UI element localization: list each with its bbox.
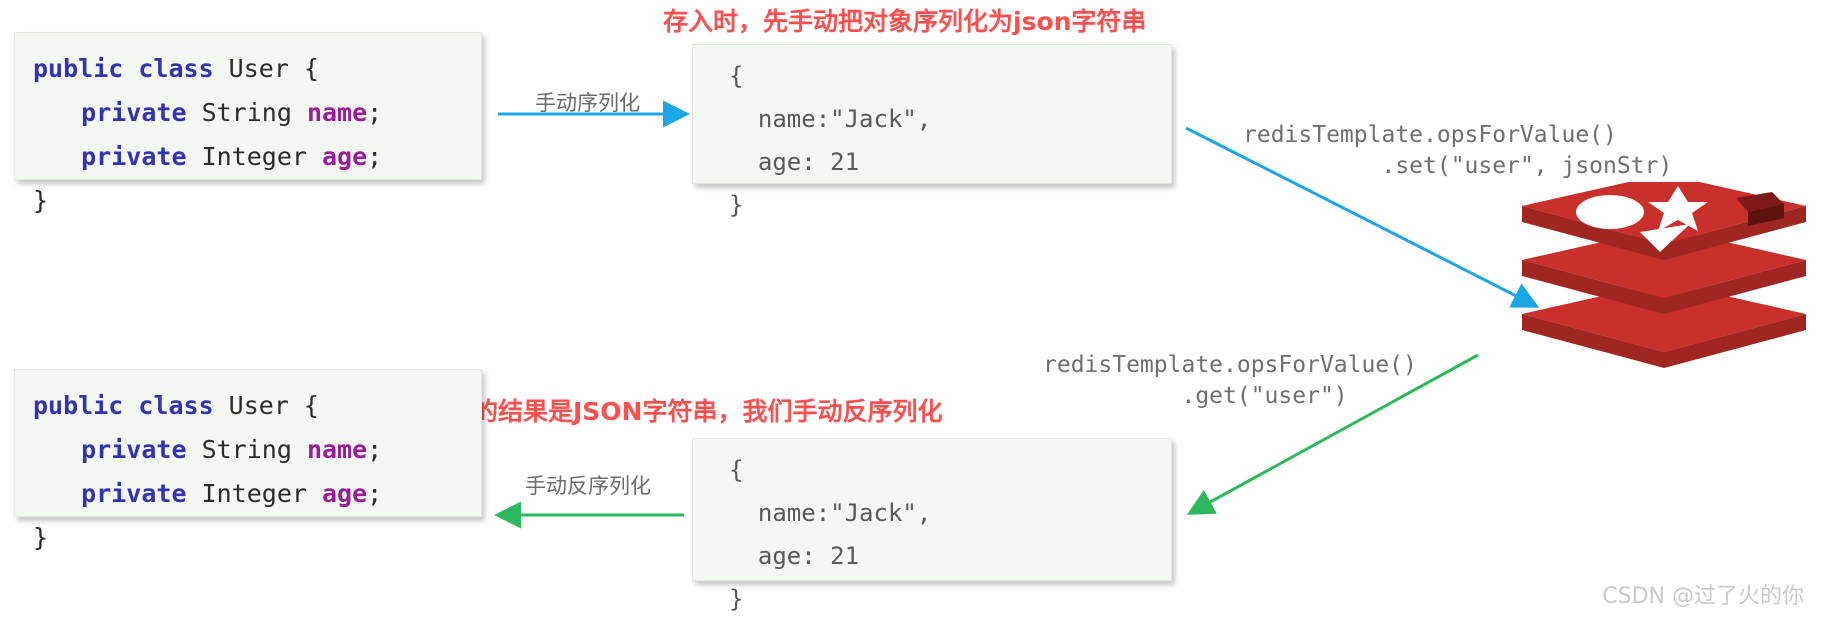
arrow-label-deserialize: 手动反序列化 xyxy=(525,474,651,498)
json-box-bottom: { name:"Jack", age: 21 } xyxy=(692,438,1172,613)
watermark-text: CSDN @过了火的你 xyxy=(1602,584,1804,609)
java-semicolon-name-bottom: ; xyxy=(367,435,383,464)
java-semicolon-age-top: ; xyxy=(367,142,383,171)
java-type-string-bottom: String xyxy=(186,435,307,464)
java-semicolon-age-bottom: ; xyxy=(367,479,383,508)
java-type-string-top: String xyxy=(186,98,307,127)
java-field-name-bottom: name xyxy=(306,435,368,464)
annotation-read-note: 读取的结果是JSON字符串，我们手动反序列化 xyxy=(423,397,943,426)
json-box-top: { name:"Jack", age: 21 } xyxy=(692,44,1172,219)
java-keyword-public-class-top: public class xyxy=(33,54,214,83)
java-class-name-bottom: User { xyxy=(213,391,319,420)
java-keyword-private-name-bottom: private xyxy=(81,435,187,464)
redis-get-call-label: redisTemplate.opsForValue() .get("user") xyxy=(1043,352,1417,409)
java-class-name-top: User { xyxy=(213,54,319,83)
arrow-label-serialize: 手动序列化 xyxy=(535,91,640,115)
java-closing-brace-top: } xyxy=(33,186,49,215)
diagram-canvas: 存入时，先手动把对象序列化为json字符串 读取的结果是JSON字符串，我们手动… xyxy=(0,0,1826,624)
redis-logo-icon xyxy=(1522,182,1806,368)
java-semicolon-name-top: ; xyxy=(367,98,383,127)
java-keyword-private-age-top: private xyxy=(81,142,187,171)
java-keyword-public-class-bottom: public class xyxy=(33,391,214,420)
java-field-age-top: age xyxy=(321,142,368,171)
java-class-box-bottom: public class User { private String name;… xyxy=(14,369,482,552)
java-keyword-private-age-bottom: private xyxy=(81,479,187,508)
java-type-integer-top: Integer xyxy=(186,142,322,171)
java-class-box-top: public class User { private String name;… xyxy=(14,32,482,215)
annotation-store-note: 存入时，先手动把对象序列化为json字符串 xyxy=(663,7,1147,36)
java-field-name-top: name xyxy=(306,98,368,127)
redis-set-call-label: redisTemplate.opsForValue() .set("user",… xyxy=(1243,122,1673,179)
java-closing-brace-bottom: } xyxy=(33,523,49,552)
java-keyword-private-name-top: private xyxy=(81,98,187,127)
java-field-age-bottom: age xyxy=(321,479,368,508)
java-type-integer-bottom: Integer xyxy=(186,479,322,508)
